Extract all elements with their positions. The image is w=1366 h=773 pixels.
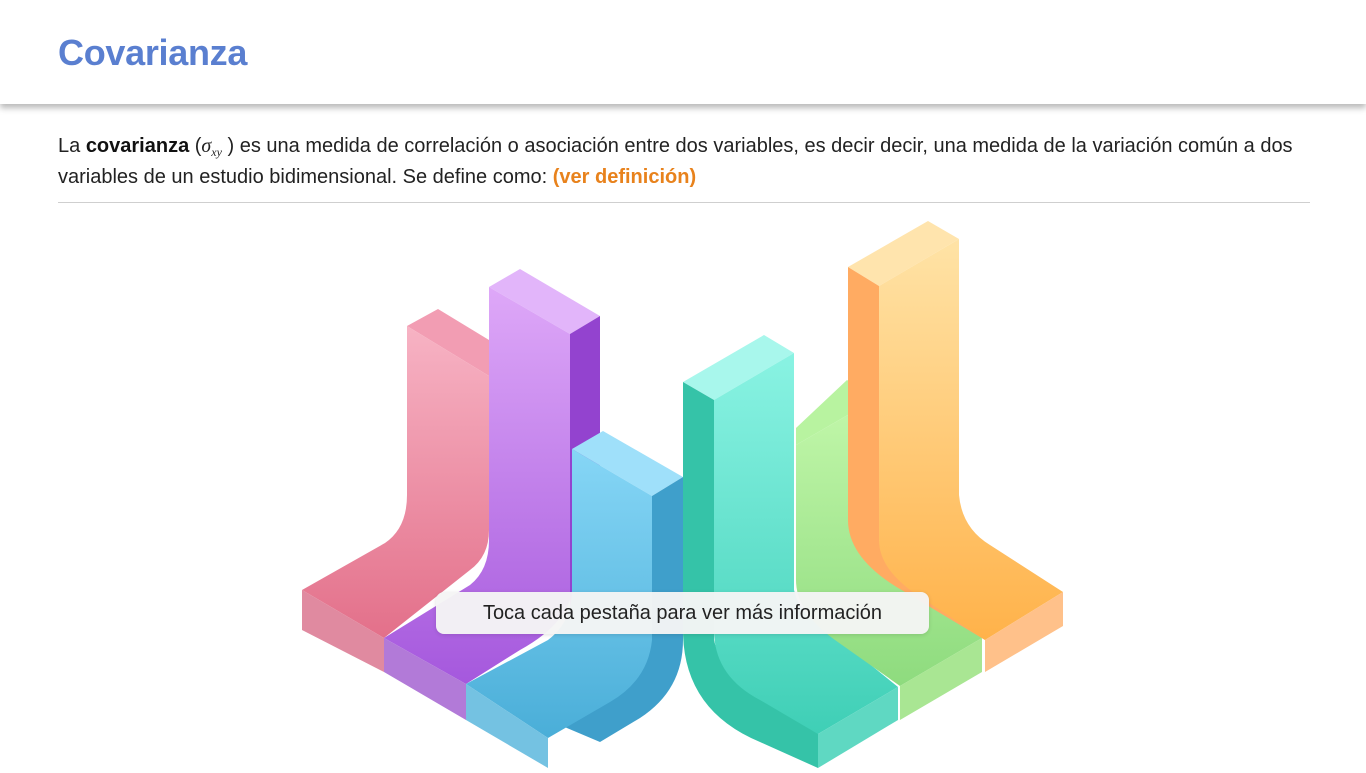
intro-paren-open: ( bbox=[189, 135, 202, 157]
intro-prefix: La bbox=[58, 135, 86, 157]
sigma-symbol: σxy bbox=[201, 135, 222, 159]
tabs-graphic bbox=[302, 221, 1063, 768]
intro-term: covarianza bbox=[85, 135, 190, 157]
tabs-illustration bbox=[0, 203, 1366, 768]
intro-paragraph: La covarianza (σxy ) es una medida de co… bbox=[58, 134, 1308, 190]
page-title: Covarianza bbox=[58, 32, 248, 73]
intro-paren-close: ) bbox=[221, 135, 235, 157]
header-bar: Covarianza bbox=[0, 0, 1366, 104]
hint-tooltip: Toca cada pestaña para ver más informaci… bbox=[436, 592, 929, 634]
definition-link[interactable]: (ver definición) bbox=[553, 166, 696, 188]
sigma-subscript: xy bbox=[211, 145, 222, 159]
sigma-letter: σ bbox=[201, 135, 212, 157]
hint-text: Toca cada pestaña para ver más informaci… bbox=[482, 601, 883, 624]
